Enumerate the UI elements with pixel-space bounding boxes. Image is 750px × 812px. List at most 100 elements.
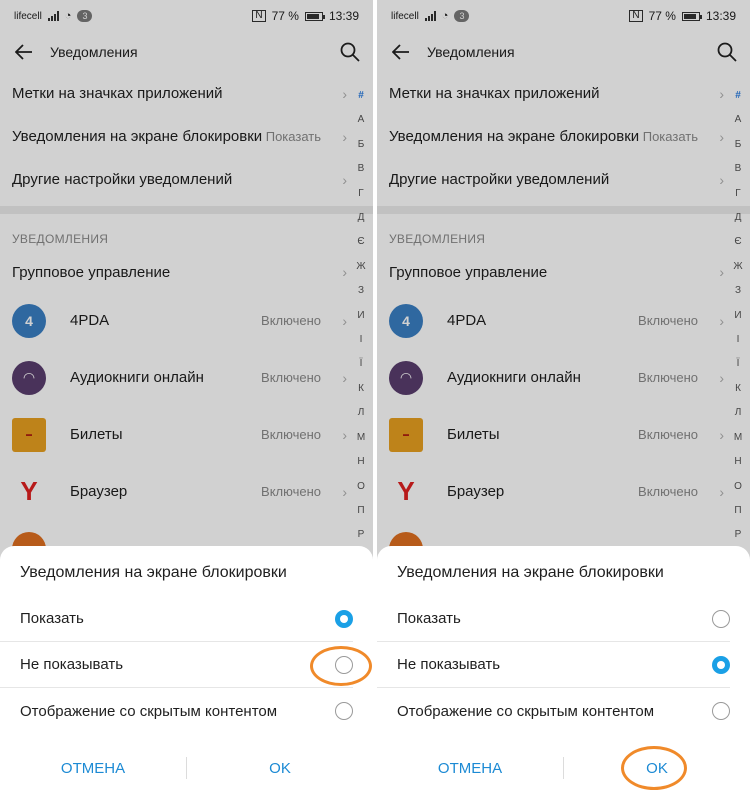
index-letter[interactable]: А — [358, 108, 365, 132]
cancel-button[interactable]: ОТМЕНА — [377, 760, 563, 777]
radio-button[interactable] — [335, 702, 353, 720]
index-letter[interactable]: Г — [735, 182, 740, 206]
index-letter[interactable]: А — [735, 108, 742, 132]
battery-icon — [681, 11, 702, 21]
wifi-icon: ◔ — [64, 10, 72, 22]
tickets-icon: ▬ — [389, 417, 423, 452]
option-hidden-content[interactable]: Отображение со скрытым контентом — [377, 688, 730, 734]
app-row-browser[interactable]: Y Браузер Включено › — [377, 463, 724, 520]
setting-lockscreen-notifications[interactable]: Уведомления на экране блокировки Показат… — [377, 115, 724, 158]
radio-button-selected[interactable] — [712, 655, 730, 674]
back-arrow-icon[interactable] — [389, 40, 413, 64]
clock: 13:39 — [705, 9, 736, 23]
index-letter[interactable]: І — [360, 328, 363, 352]
search-icon[interactable] — [339, 41, 361, 63]
index-letter[interactable]: З — [358, 279, 364, 303]
radio-button[interactable] — [712, 609, 730, 628]
group-management[interactable]: Групповое управление › — [377, 252, 724, 292]
index-letter[interactable]: К — [358, 377, 364, 401]
section-divider — [377, 206, 750, 214]
cancel-button[interactable]: ОТМЕНА — [0, 760, 186, 777]
index-letter[interactable]: Є — [357, 230, 364, 254]
index-letter[interactable]: Д — [358, 206, 365, 230]
index-letter[interactable]: Л — [735, 401, 742, 425]
index-letter[interactable]: П — [357, 499, 364, 523]
app-name: Аудиокниги онлайн — [447, 369, 581, 386]
index-letter[interactable]: Р — [735, 523, 742, 547]
radio-button[interactable] — [712, 702, 730, 720]
settings-list: Метки на значках приложений › Уведомлени… — [0, 72, 373, 577]
setting-lockscreen-notifications[interactable]: Уведомления на экране блокировки Показат… — [0, 115, 347, 158]
chevron-right-icon: › — [719, 483, 724, 500]
index-letter[interactable]: Г — [358, 182, 363, 206]
chevron-right-icon: › — [342, 85, 347, 102]
index-letter[interactable]: О — [357, 475, 365, 499]
option-label: Показать — [397, 610, 461, 627]
index-letter[interactable]: М — [734, 426, 742, 450]
battery-icon — [304, 11, 325, 21]
chevron-right-icon: › — [342, 369, 347, 386]
setting-label: Другие настройки уведомлений — [389, 171, 610, 188]
app-name: Билеты — [447, 426, 500, 443]
back-arrow-icon[interactable] — [12, 40, 36, 64]
setting-value: Показать — [642, 129, 698, 144]
index-letter[interactable]: З — [735, 279, 741, 303]
dialog-title: Уведомления на экране блокировки — [397, 564, 664, 581]
setting-app-badges[interactable]: Метки на значках приложений › — [0, 72, 347, 115]
index-letter[interactable]: Н — [734, 450, 741, 474]
app-row-audiobooks[interactable]: ◠ Аудиокниги онлайн Включено › — [0, 349, 347, 406]
setting-other-notifications[interactable]: Другие настройки уведомлений › — [377, 158, 724, 201]
index-letter[interactable]: Б — [358, 133, 365, 157]
index-letter[interactable]: М — [357, 426, 365, 450]
setting-label: Другие настройки уведомлений — [12, 171, 233, 188]
index-letter[interactable]: Н — [357, 450, 364, 474]
index-letter[interactable]: Ж — [733, 255, 742, 279]
app-row-audiobooks[interactable]: ◠ Аудиокниги онлайн Включено › — [377, 349, 724, 406]
index-letter[interactable]: В — [735, 157, 742, 181]
setting-label: Уведомления на экране блокировки — [12, 128, 263, 145]
ok-button[interactable]: OK — [187, 760, 373, 777]
index-letter[interactable]: Д — [735, 206, 742, 230]
notification-count-badge: 3 — [77, 10, 93, 22]
setting-app-badges[interactable]: Метки на значках приложений › — [377, 72, 724, 115]
index-letter[interactable]: К — [735, 377, 741, 401]
app-row-4pda[interactable]: 4 4PDA Включено › — [0, 292, 347, 349]
highlight-circle — [621, 746, 687, 790]
index-letter[interactable]: # — [358, 84, 364, 108]
alphabet-index[interactable]: # А Б В Г Д Є Ж З И І Ї К Л М Н О П Р С … — [353, 84, 369, 597]
app-row-4pda[interactable]: 4 4PDA Включено › — [377, 292, 724, 349]
index-letter[interactable]: Є — [734, 230, 741, 254]
index-letter[interactable]: Ж — [356, 255, 365, 279]
group-management[interactable]: Групповое управление › — [0, 252, 347, 292]
search-icon[interactable] — [716, 41, 738, 63]
option-show[interactable]: Показать — [0, 596, 353, 642]
option-label: Не показывать — [20, 656, 124, 673]
app-row-browser[interactable]: Y Браузер Включено › — [0, 463, 347, 520]
index-letter[interactable]: И — [734, 304, 741, 328]
index-letter[interactable]: # — [735, 84, 741, 108]
index-letter[interactable]: Р — [358, 523, 365, 547]
index-letter[interactable]: П — [734, 499, 741, 523]
setting-other-notifications[interactable]: Другие настройки уведомлений › — [0, 158, 347, 201]
option-label: Отображение со скрытым контентом — [20, 702, 278, 720]
index-letter[interactable]: В — [358, 157, 365, 181]
4pda-icon: 4 — [389, 303, 423, 338]
index-letter[interactable]: І — [737, 328, 740, 352]
app-row-tickets[interactable]: ▬ Билеты Включено › — [0, 406, 347, 463]
index-letter[interactable]: Л — [358, 401, 365, 425]
option-show[interactable]: Показать — [377, 596, 730, 642]
option-label: Отображение со скрытым контентом — [397, 702, 655, 720]
index-letter[interactable]: Ї — [737, 352, 740, 376]
alphabet-index[interactable]: # А Б В Г Д Є Ж З И І Ї К Л М Н О П Р С … — [730, 84, 746, 597]
option-hide[interactable]: Не показывать — [377, 642, 730, 688]
index-letter[interactable]: О — [734, 475, 742, 499]
option-hide[interactable]: Не показывать — [0, 642, 353, 688]
lockscreen-dialog: Уведомления на экране блокировки Показат… — [377, 546, 750, 812]
index-letter[interactable]: И — [357, 304, 364, 328]
option-hidden-content[interactable]: Отображение со скрытым контентом — [0, 688, 353, 734]
app-row-tickets[interactable]: ▬ Билеты Включено › — [377, 406, 724, 463]
chevron-right-icon: › — [342, 171, 347, 188]
radio-button-selected[interactable] — [335, 609, 353, 628]
index-letter[interactable]: Б — [735, 133, 742, 157]
index-letter[interactable]: Ї — [360, 352, 363, 376]
